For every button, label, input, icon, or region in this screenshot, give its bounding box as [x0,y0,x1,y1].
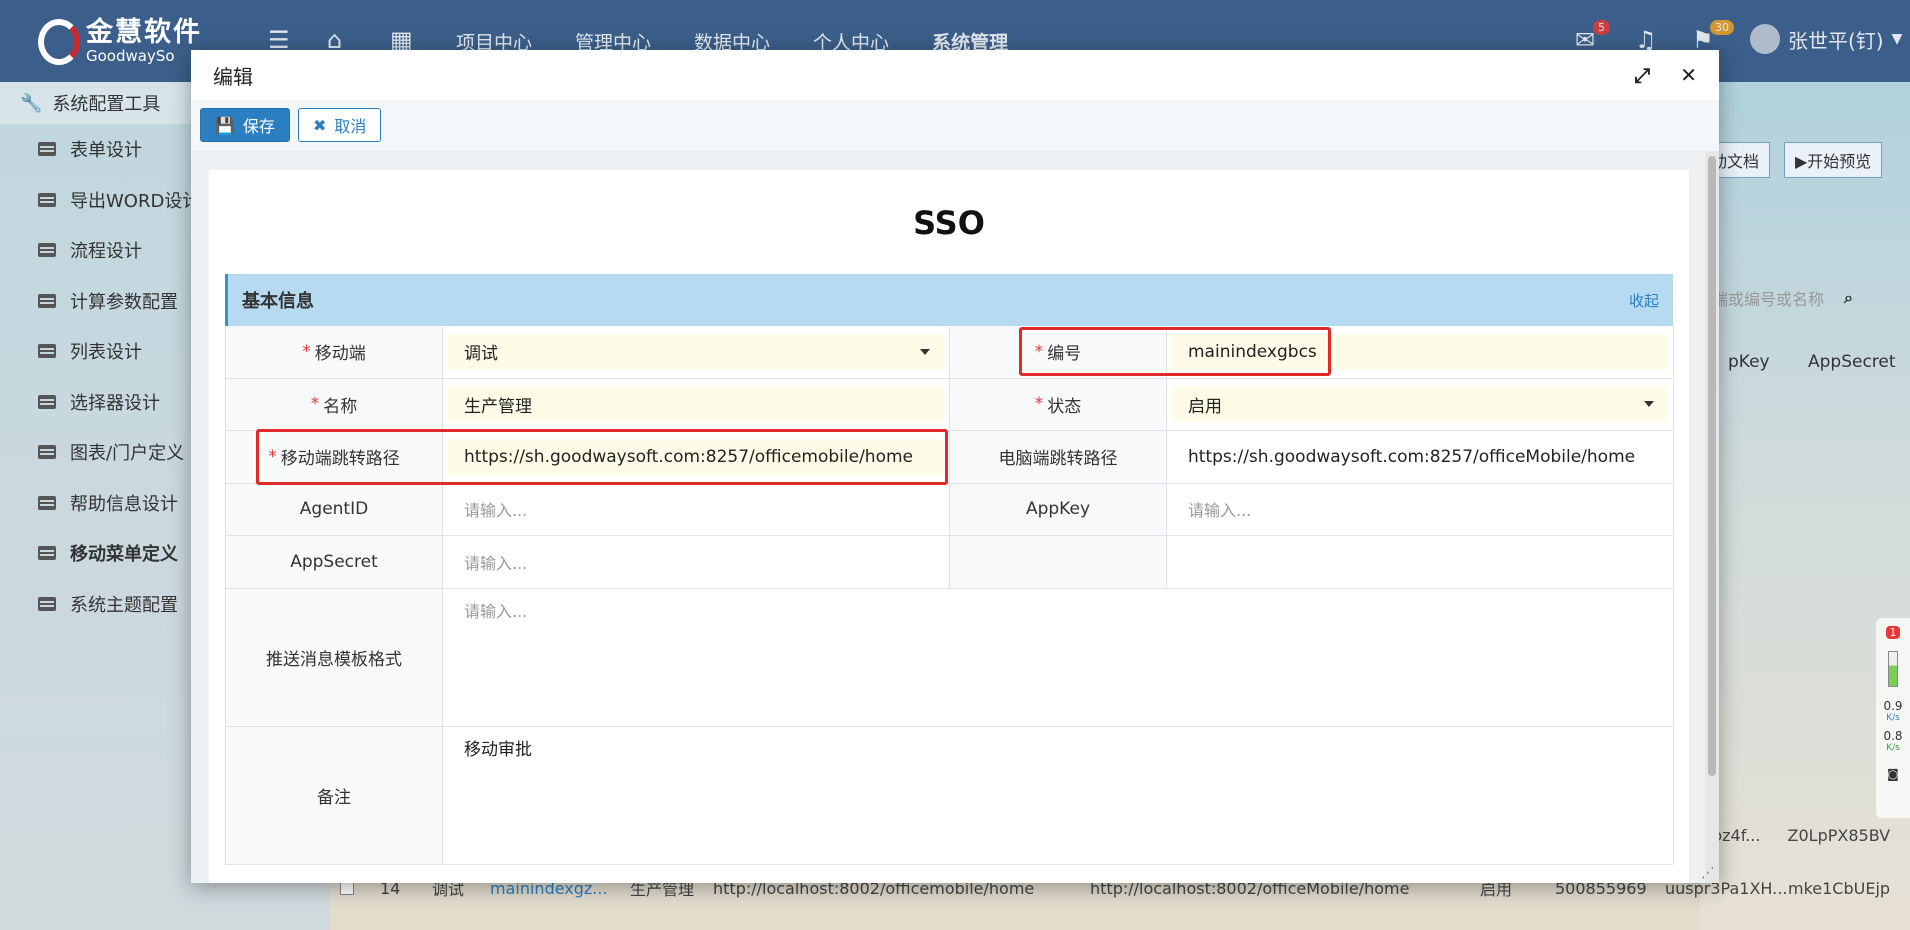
logo-cn: 金慧软件 [86,17,202,48]
row-checkbox[interactable] [340,881,354,895]
wrench-icon: 🔧 [20,92,43,114]
collapse-link[interactable]: 收起 [1629,290,1659,311]
flag-badge: 30 [1710,20,1734,35]
user-name: 张世平(钉) [1788,28,1884,53]
search-icon: ⌕ [1844,288,1853,307]
name-label: * 名称 [226,378,443,430]
name-input[interactable]: 生产管理 [448,386,944,423]
template-textarea[interactable]: 请输入... [448,595,1668,625]
maximize-icon[interactable]: ⤢ [1634,63,1650,87]
col-appsecret: AppSecret [1808,352,1896,372]
vertical-scrollbar[interactable] [1705,152,1719,883]
floppy-icon: 💾 [215,115,235,135]
table-icon [38,344,56,359]
table-icon [38,495,56,510]
table-row: Doz4f... Z0LpPX85BV [1700,826,1891,845]
mobile-label: * 移动端 [226,326,443,378]
appkey-input[interactable]: 请输入... [1172,491,1668,527]
table-icon [38,596,56,611]
battery-icon [1888,651,1898,687]
resize-handle-icon[interactable]: ⋰ [1701,865,1715,881]
logo-en: GoodwaySo [86,47,175,65]
speed-badge: 1 [1886,626,1900,639]
appsecret-label: AppSecret [226,536,443,588]
agentid-label: AgentID [226,483,443,535]
scrollbar-thumb[interactable] [1708,156,1716,776]
table-icon [38,546,56,561]
remark-label: 备注 [226,726,443,864]
agentid-input[interactable]: 请输入... [448,491,944,527]
status-label: * 状态 [950,378,1167,430]
logo: 金慧软件 GoodwaySo [38,18,202,65]
form-title: SSO [913,204,985,242]
preview-button[interactable]: ▶开始预览 [1784,142,1883,178]
appsecret-input[interactable]: 请输入... [448,544,944,580]
status-select[interactable]: 启用 [1172,386,1668,423]
empty-label [950,536,1167,588]
close-icon: ✖ [312,115,327,135]
col-appkey: pKey [1728,352,1770,372]
cancel-button[interactable]: ✖ 取消 [297,108,382,142]
close-icon[interactable]: ✕ [1680,63,1697,87]
highlight-box-mobile-url [256,429,948,485]
dialog-header: 编辑 ⤢ ✕ [191,50,1719,100]
mobile-select[interactable]: 调试 [448,333,944,370]
save-button[interactable]: 💾 保存 [200,108,290,142]
appkey-label: AppKey [950,483,1167,535]
user-menu[interactable]: 张世平(钉) ▼ [1750,24,1902,54]
table-icon [38,445,56,460]
table-icon [38,293,56,308]
net-speed-widget: 1 0.9 K/s 0.8 K/s ◙ [1876,618,1910,818]
empty-cell [1167,536,1674,588]
camera-icon[interactable]: ◙ [1876,767,1910,781]
pc-url-input[interactable]: https://sh.goodwaysoft.com:8257/officeMo… [1172,439,1668,475]
dialog-body[interactable]: SSO 基本信息 收起 * 移动端 调试 * 编号 mainindexgbcs * 名… [191,152,1719,883]
table-icon [38,192,56,207]
table-icon [38,243,56,258]
remark-textarea[interactable]: 移动审批 [448,733,1668,763]
avatar [1750,24,1780,54]
table-icon [38,394,56,409]
dialog-toolbar: 💾 保存 ✖ 取消 [191,100,1719,152]
message-badge: 5 [1593,20,1610,35]
chevron-down-icon: ▼ [1891,31,1903,47]
section-title: 基本信息 [242,291,314,312]
form-grid: * 移动端 调试 * 编号 mainindexgbcs * 名称 生产管理 * 状态 启… [225,326,1674,865]
highlight-box-code [1019,327,1331,376]
caret-down-icon [1644,401,1654,408]
background-search[interactable]: 端或编号或名称 ⌕ [1712,286,1853,310]
pc-url-label: 电脑端跳转路径 [950,431,1167,483]
dialog-title: 编辑 [213,64,253,89]
form-paper: SSO 基本信息 收起 * 移动端 调试 * 编号 mainindexgbcs * 名… [209,170,1689,883]
template-label: 推送消息模板格式 [226,588,443,726]
table-icon [38,142,56,157]
logo-mark-icon [38,18,80,65]
caret-down-icon [920,348,930,355]
section-header: 基本信息 收起 [225,274,1673,326]
